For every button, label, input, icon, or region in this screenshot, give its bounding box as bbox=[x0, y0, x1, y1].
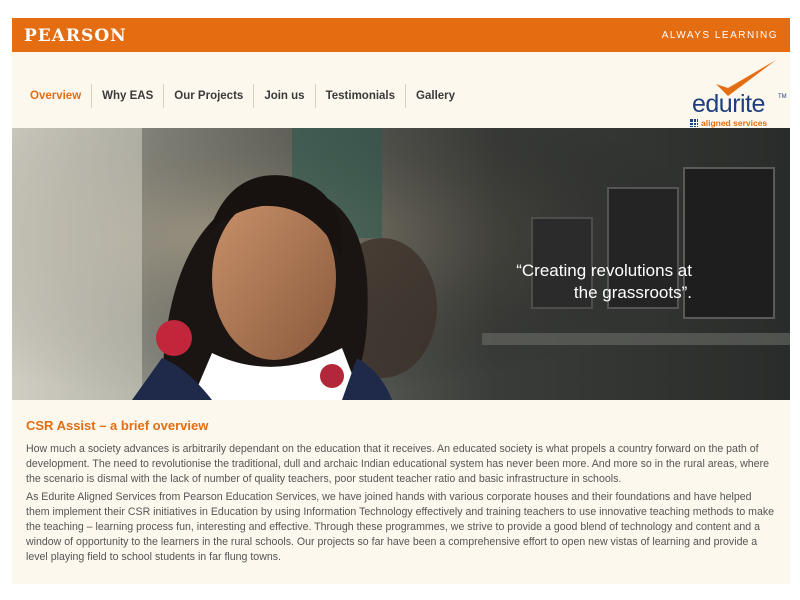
edurite-logo[interactable]: edurite TM aligned services bbox=[688, 58, 788, 128]
nav-item-gallery[interactable]: Gallery bbox=[406, 84, 465, 108]
page-container: PEARSON ALWAYS LEARNING Overview Why EAS… bbox=[12, 18, 790, 584]
services-paragraph: As Edurite Aligned Services from Pearson… bbox=[26, 491, 775, 563]
logo-subtitle-text: aligned services bbox=[701, 118, 768, 128]
intro-paragraph: How much a society advances is arbitrari… bbox=[26, 443, 769, 485]
hero-quote: “Creating revolutions at the grassroots”… bbox=[452, 260, 692, 304]
nav-item-overview[interactable]: Overview bbox=[20, 84, 93, 108]
hero-quote-line-1: “Creating revolutions at bbox=[516, 261, 692, 280]
hero-quote-line-2: the grassroots”. bbox=[573, 283, 692, 302]
grid-icon bbox=[690, 119, 698, 127]
nav-item-our-projects[interactable]: Our Projects bbox=[164, 84, 255, 108]
tagline: ALWAYS LEARNING bbox=[661, 30, 778, 41]
main-nav: Overview Why EAS Our Projects Join us Te… bbox=[20, 84, 465, 108]
logo-word: edurite bbox=[692, 90, 765, 118]
nav-item-why-eas[interactable]: Why EAS bbox=[92, 84, 165, 108]
nav-item-testimonials[interactable]: Testimonials bbox=[316, 84, 407, 108]
top-bar: PEARSON ALWAYS LEARNING bbox=[12, 18, 790, 52]
logo-subtitle: aligned services bbox=[690, 118, 767, 128]
logo-trademark: TM bbox=[778, 94, 787, 100]
section-title: CSR Assist – a brief overview bbox=[26, 418, 209, 433]
nav-item-join-us[interactable]: Join us bbox=[254, 84, 316, 108]
pearson-logo[interactable]: PEARSON bbox=[24, 26, 127, 46]
hero-banner: “Creating revolutions at the grassroots”… bbox=[12, 128, 790, 400]
